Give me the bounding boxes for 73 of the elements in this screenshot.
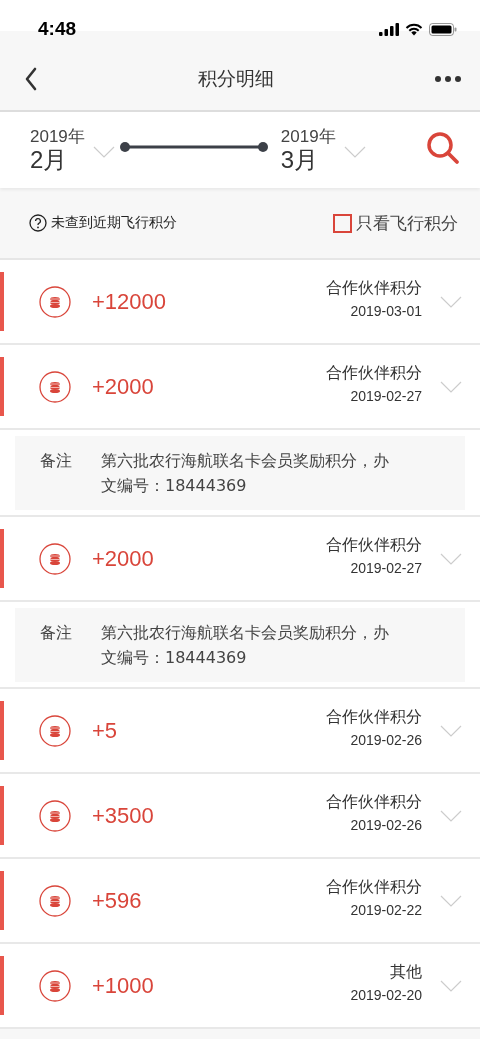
note-text: 第六批农行海航联名卡会员奖励积分，办文编号：18444369 [101, 450, 390, 497]
search-icon[interactable] [426, 131, 460, 165]
category-label: 合作伙伴积分 [326, 361, 422, 384]
chevron-down-icon [440, 295, 462, 308]
record-date: 2019-02-27 [349, 558, 422, 578]
record-date: 2019-02-26 [349, 815, 422, 835]
points-amount: +1000 [92, 972, 154, 999]
back-icon[interactable] [24, 67, 38, 91]
accent-bar [0, 786, 4, 845]
status-time: 4:48 [38, 18, 77, 40]
signal-icon [379, 22, 399, 36]
points-amount: +5 [92, 717, 118, 744]
chevron-down-icon [440, 894, 462, 907]
record-date: 2019-03-01 [349, 301, 422, 321]
coins-icon [39, 285, 71, 318]
accent-bar [0, 871, 4, 930]
accent-bar [0, 272, 4, 331]
chevron-down-icon [440, 552, 462, 565]
category-label: 合作伙伴积分 [326, 790, 422, 813]
points-amount: +596 [92, 887, 142, 914]
note-label: 备注 [40, 622, 73, 644]
month-label: 3月 [280, 145, 320, 174]
category-label: 其他 [389, 960, 422, 983]
category-label: 合作伙伴积分 [326, 705, 422, 728]
hint-text: 未查到近期飞行积分 [51, 214, 177, 232]
coins-icon [39, 884, 71, 917]
record-date: 2019-02-27 [349, 386, 422, 406]
accent-bar [0, 529, 4, 588]
coins-icon [39, 542, 71, 575]
chevron-down-icon [440, 380, 462, 393]
record-row[interactable]: +596 合作伙伴积分 2019-02-22 [0, 859, 480, 944]
chevron-down-icon [440, 724, 462, 737]
page-title: 积分明细 [198, 66, 274, 91]
points-amount: +2000 [92, 373, 154, 400]
chevron-down-icon [92, 146, 115, 158]
year-label: 2019年 [280, 126, 336, 146]
coins-icon [39, 370, 71, 403]
record-row[interactable]: +5 合作伙伴积分 2019-02-26 [0, 689, 480, 774]
battery-icon [429, 22, 457, 36]
category-label: 合作伙伴积分 [326, 533, 422, 556]
accent-bar [0, 357, 4, 416]
date-picker[interactable]: 2019年 3月 [280, 126, 366, 174]
chevron-down-icon [440, 809, 462, 822]
chevron-down-icon [440, 979, 462, 992]
record-row[interactable]: +12000 合作伙伴积分 2019-03-01 [0, 260, 480, 345]
record-row[interactable]: +2000 合作伙伴积分 2019-02-27 [0, 517, 480, 602]
coins-icon [39, 799, 71, 832]
coins-icon [39, 714, 71, 747]
record-date: 2019-02-22 [349, 900, 422, 920]
points-amount: +2000 [92, 545, 154, 572]
record-date: 2019-02-20 [350, 985, 422, 1005]
points-amount: +12000 [92, 288, 167, 315]
chevron-down-icon [343, 146, 366, 158]
wifi-icon [405, 22, 423, 36]
note-text: 第六批农行海航联名卡会员奖励积分，办文编号：18444369 [101, 622, 390, 669]
more-icon[interactable] [434, 75, 462, 83]
record-row[interactable]: +1000 其他 2019-02-20 [0, 944, 480, 1029]
coins-icon [39, 969, 71, 1002]
record-row[interactable]: +2000 合作伙伴积分 2019-02-27 [0, 345, 480, 430]
help-icon [29, 214, 47, 232]
month-label: 2月 [30, 145, 69, 174]
record-row[interactable]: +3500 合作伙伴积分 2019-02-26 [0, 774, 480, 859]
checkbox-label: 只看飞行积分 [356, 211, 458, 235]
checkbox-square[interactable] [333, 213, 352, 233]
date-picker[interactable]: 2019年 2月 [30, 126, 115, 174]
category-label: 合作伙伴积分 [326, 276, 422, 299]
record-date: 2019-02-26 [349, 730, 422, 750]
points-amount: +3500 [92, 802, 154, 829]
note-label: 备注 [40, 450, 73, 472]
year-label: 2019年 [30, 126, 85, 146]
category-label: 合作伙伴积分 [326, 875, 422, 898]
accent-bar [0, 701, 4, 760]
accent-bar [0, 956, 4, 1015]
